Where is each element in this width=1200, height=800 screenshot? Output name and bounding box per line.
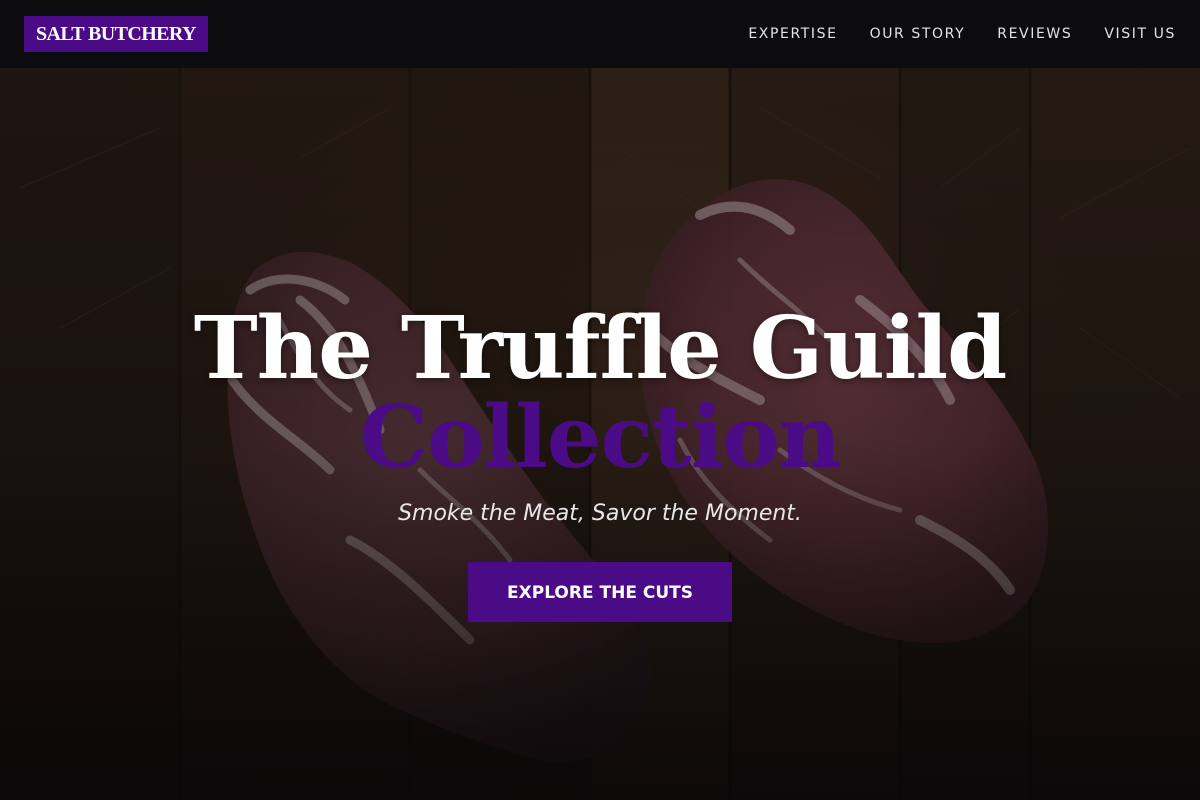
nav-link-reviews[interactable]: REVIEWS [997,26,1072,42]
hero-section: The Truffle Guild Collection Smoke the M… [0,300,1200,622]
nav-link-visit-us[interactable]: VISIT US [1104,26,1176,42]
brand-logo[interactable]: SALT BUTCHERY [24,16,208,52]
hero-tagline: Smoke the Meat, Savor the Moment. [398,501,802,526]
nav-link-expertise[interactable]: EXPERTISE [748,26,837,42]
hero-title-accent: Collection [359,387,842,488]
landing-page: SALT BUTCHERY EXPERTISE OUR STORY REVIEW… [0,0,1200,800]
explore-cuts-button[interactable]: EXPLORE THE CUTS [468,562,732,622]
nav-link-our-story[interactable]: OUR STORY [870,26,966,42]
hero-title: The Truffle Guild [193,298,1008,399]
nav-links: EXPERTISE OUR STORY REVIEWS VISIT US [748,26,1176,42]
top-navbar: SALT BUTCHERY EXPERTISE OUR STORY REVIEW… [0,0,1200,68]
